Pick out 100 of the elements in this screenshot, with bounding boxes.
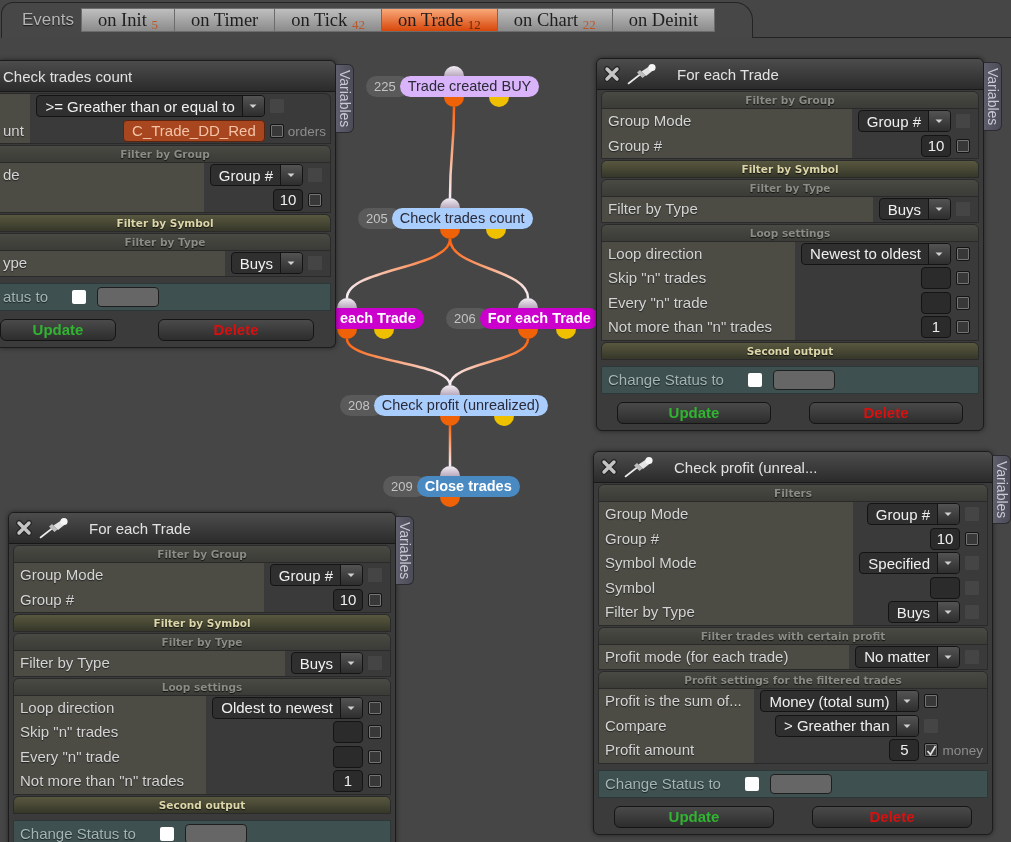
checkbox[interactable] — [956, 295, 970, 310]
caret-icon[interactable] — [340, 653, 362, 674]
output-port-icon[interactable] — [337, 329, 357, 339]
checkbox[interactable] — [308, 192, 322, 207]
checkbox[interactable] — [956, 271, 970, 286]
checkbox[interactable] — [368, 592, 382, 607]
close-icon[interactable] — [15, 519, 33, 537]
section-header[interactable]: Filter by Symbol — [0, 215, 330, 231]
input-field[interactable] — [921, 267, 951, 290]
input-field[interactable]: 10 — [333, 588, 363, 611]
status-color-field[interactable] — [97, 286, 160, 307]
output-port-icon[interactable] — [444, 97, 464, 107]
caret-icon[interactable] — [937, 646, 959, 667]
status-checkbox[interactable] — [747, 372, 762, 387]
output-port-icon[interactable] — [440, 416, 460, 426]
second-output-port-icon[interactable] — [556, 329, 576, 339]
caret-icon[interactable] — [928, 111, 950, 132]
checkbox[interactable] — [956, 138, 970, 153]
input-field[interactable]: 1 — [921, 316, 951, 339]
caret-icon[interactable] — [340, 697, 362, 718]
status-color-field[interactable] — [772, 369, 835, 390]
pushpin-icon[interactable] — [627, 63, 657, 85]
caret-icon[interactable] — [896, 715, 919, 736]
checkbox[interactable] — [368, 700, 382, 715]
variables-tab[interactable]: Variables — [396, 516, 414, 586]
section-header[interactable]: Filter by Symbol — [602, 161, 978, 177]
graph-node[interactable]: Close trades — [416, 476, 520, 497]
section-header[interactable]: Second output — [602, 342, 978, 359]
status-color-field[interactable] — [184, 823, 247, 842]
input-port-icon[interactable] — [518, 298, 538, 308]
section-header[interactable]: Filter by Symbol — [14, 615, 390, 631]
variables-tab[interactable]: Variables — [336, 64, 354, 134]
caret-icon[interactable] — [280, 165, 302, 186]
input-field[interactable] — [333, 745, 363, 768]
status-checkbox[interactable] — [159, 826, 174, 841]
input-port-icon[interactable] — [440, 198, 460, 208]
caret-icon[interactable] — [928, 199, 950, 220]
event-tab[interactable]: on Init $_{5}$ — [81, 8, 175, 32]
caret-icon[interactable] — [241, 96, 264, 117]
pushpin-icon[interactable] — [624, 456, 654, 478]
second-output-port-icon[interactable] — [489, 97, 509, 107]
checkbox[interactable] — [965, 531, 979, 546]
output-port-icon[interactable] — [440, 497, 460, 507]
caret-icon[interactable] — [340, 565, 362, 586]
variable-field[interactable]: C_Trade_DD_Red — [123, 119, 265, 142]
caret-icon[interactable] — [928, 243, 950, 264]
variables-tab[interactable]: Variables — [993, 455, 1011, 525]
graph-node[interactable]: Check profit (unrealized) — [373, 395, 548, 416]
graph-node[interactable]: Trade created BUY — [399, 76, 540, 97]
graph-node[interactable]: Check trades count — [391, 208, 533, 229]
pushpin-icon[interactable] — [39, 517, 69, 539]
caret-icon[interactable] — [280, 253, 302, 274]
event-tab[interactable]: on Deinit — [612, 8, 716, 32]
caret-icon[interactable] — [937, 553, 959, 574]
input-field[interactable] — [921, 291, 951, 314]
second-output-port-icon[interactable] — [494, 416, 514, 426]
status-color-field[interactable] — [769, 773, 832, 794]
close-icon[interactable] — [600, 458, 618, 476]
checkbox[interactable] — [924, 743, 939, 758]
graph-node[interactable]: each Trade — [336, 308, 424, 329]
status-checkbox[interactable] — [72, 289, 87, 304]
second-output-port-icon[interactable] — [374, 329, 394, 339]
checkbox[interactable] — [924, 694, 939, 709]
caret-icon[interactable] — [896, 691, 919, 712]
event-tab[interactable]: on Tick $_{42}$ — [275, 8, 382, 32]
update-button[interactable]: Update — [0, 318, 116, 341]
dropdown[interactable]: Money (total sum) — [760, 690, 920, 713]
caret-icon[interactable] — [937, 504, 959, 525]
input-port-icon[interactable] — [440, 466, 460, 476]
input-field[interactable]: 10 — [921, 134, 951, 157]
checkbox[interactable] — [269, 123, 284, 138]
input-field[interactable] — [930, 576, 960, 599]
input-field[interactable]: 5 — [889, 739, 920, 762]
output-port-icon[interactable] — [518, 329, 538, 339]
event-tab[interactable]: on Chart $_{22}$ — [497, 8, 613, 32]
input-field[interactable]: 1 — [333, 770, 363, 793]
update-button[interactable]: Update — [614, 805, 774, 828]
input-port-icon[interactable] — [337, 298, 357, 308]
close-icon[interactable] — [603, 65, 621, 83]
checkbox[interactable] — [368, 749, 382, 764]
input-field[interactable]: 10 — [930, 527, 960, 550]
output-port-icon[interactable] — [440, 229, 460, 239]
checkbox[interactable] — [368, 725, 382, 740]
section-header[interactable]: Second output — [14, 796, 390, 813]
checkbox[interactable] — [956, 246, 970, 261]
caret-icon[interactable] — [937, 602, 959, 623]
dropdown[interactable]: Newest to oldest — [801, 242, 951, 265]
input-port-icon[interactable] — [444, 66, 464, 76]
dropdown[interactable]: Oldest to newest — [212, 696, 363, 719]
checkbox[interactable] — [368, 774, 382, 789]
status-checkbox[interactable] — [744, 776, 759, 791]
input-field[interactable] — [333, 721, 363, 744]
input-port-icon[interactable] — [440, 385, 460, 395]
checkbox[interactable] — [956, 320, 970, 335]
input-field[interactable]: 10 — [273, 188, 303, 211]
variables-tab[interactable]: Variables — [984, 62, 1002, 132]
second-output-port-icon[interactable] — [486, 229, 506, 239]
event-tab[interactable]: on Timer — [174, 8, 276, 32]
event-tab[interactable]: on Trade $_{12}$ — [381, 8, 498, 32]
graph-node[interactable]: For each Trade — [479, 308, 599, 329]
